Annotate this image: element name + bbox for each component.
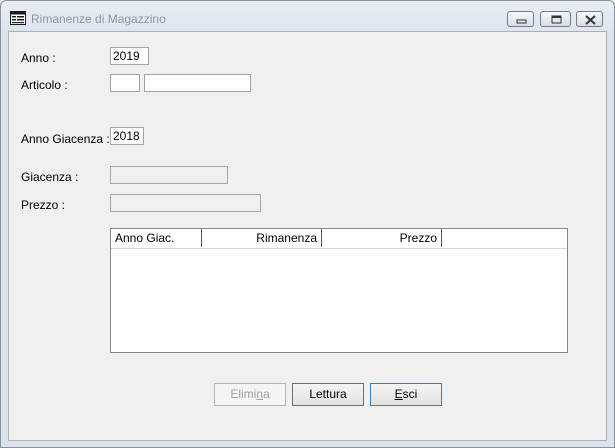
listview-header: Anno Giac. Rimanenza Prezzo (111, 229, 567, 249)
articolo-label: Articolo : (21, 78, 68, 92)
maximize-icon (551, 15, 562, 24)
articolo-code-field[interactable] (110, 74, 140, 92)
title-bar[interactable]: Rimanenze di Magazzino (1, 1, 614, 31)
elimina-button: Elimina (214, 383, 286, 406)
minimize-icon (516, 19, 527, 24)
close-button[interactable] (576, 11, 603, 27)
elimina-label-part: Elimi (230, 387, 257, 401)
minimize-button[interactable] (507, 11, 534, 27)
prezzo-label: Prezzo : (21, 198, 66, 212)
anno-giacenza-label: Anno Giacenza : (21, 132, 110, 146)
articolo-description-field[interactable] (144, 74, 251, 92)
giacenze-listview[interactable]: Anno Giac. Rimanenza Prezzo (110, 228, 568, 353)
maximize-button[interactable] (540, 11, 571, 27)
close-icon (585, 15, 596, 25)
column-header-anno-giac[interactable]: Anno Giac. (111, 229, 202, 247)
column-header-rimanenza[interactable]: Rimanenza (202, 229, 322, 247)
anno-label: Anno : (21, 51, 56, 65)
giacenza-field (110, 166, 228, 184)
anno-field[interactable] (110, 47, 149, 65)
elimina-label-part-end: a (263, 387, 270, 401)
esci-accesskey: E (394, 387, 403, 401)
column-header-prezzo[interactable]: Prezzo (322, 229, 442, 247)
form-window-icon[interactable] (10, 11, 26, 25)
giacenza-label: Giacenza : (21, 170, 79, 184)
esci-button[interactable]: Esci (370, 383, 442, 406)
window-title: Rimanenze di Magazzino (31, 12, 166, 26)
elimina-accesskey: n (256, 387, 263, 401)
main-window: Rimanenze di Magazzino Anno : Articolo :… (0, 0, 615, 448)
lettura-button[interactable]: Lettura (292, 383, 364, 406)
esci-label-part: sci (402, 387, 418, 401)
form-client-area: Anno : Articolo : Anno Giacenza : Giacen… (8, 31, 607, 441)
prezzo-field (110, 194, 261, 212)
anno-giacenza-field[interactable] (110, 127, 144, 145)
